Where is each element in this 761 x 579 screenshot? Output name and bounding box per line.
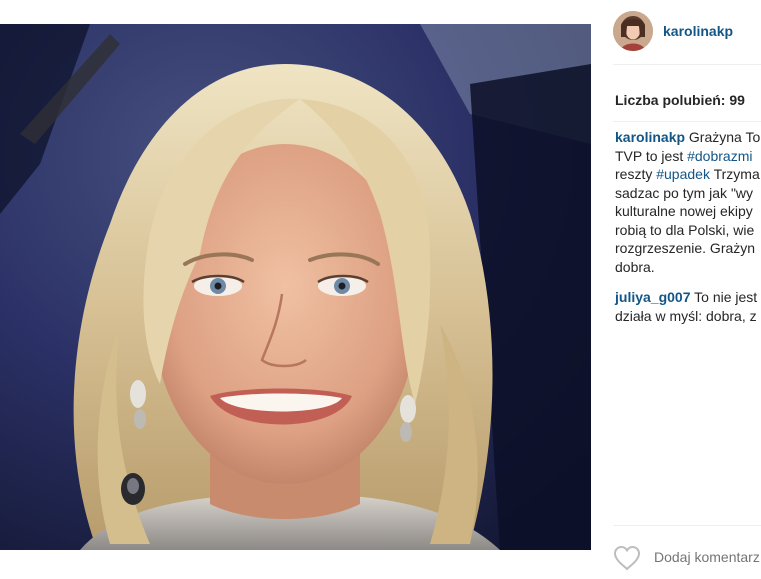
hashtag-link[interactable]: #upadek (656, 166, 710, 182)
comment-line: działa w myśl: dobra, z (615, 307, 761, 326)
add-comment-input[interactable] (654, 549, 761, 565)
comment-line: sadzac po tym jak "wy (615, 184, 761, 203)
actions-divider (613, 525, 761, 526)
comment-text: robią to dla Polski, wie (615, 221, 755, 238)
comment-line: kulturalne nowej ekipy (615, 202, 761, 221)
comment-line: juliya_g007 To nie jest (615, 288, 761, 307)
post-sidebar: karolinakp Liczba polubień: 99 karolinak… (591, 0, 761, 579)
comment: juliya_g007 To nie jest działa w myśl: do… (615, 288, 761, 325)
avatar-image (613, 11, 653, 51)
comment-text: reszty (615, 166, 657, 182)
comment: karolinakp Grażyna To TVP to jest #dobraz… (615, 128, 761, 276)
comment-text: dobra. (615, 258, 655, 275)
comment-text: To nie jest (694, 289, 758, 305)
post-photo[interactable] (0, 24, 591, 550)
avatar[interactable] (613, 11, 653, 51)
likes-divider (613, 121, 761, 122)
post-header: karolinakp (591, 0, 761, 64)
comment-text: rozgrzeszenie. Grażyn (615, 240, 756, 256)
comment-text: działa w myśl: dobra, z (615, 307, 757, 324)
comment-line: TVP to jest #dobrazmi (615, 147, 761, 166)
comment-text: Grażyna To (688, 129, 761, 145)
post-actions (591, 530, 761, 579)
heart-outline-icon[interactable] (613, 545, 641, 571)
hashtag-link[interactable]: #dobrazmi (687, 148, 752, 164)
comment-username[interactable]: juliya_g007 (615, 289, 691, 305)
comment-line: robią to dla Polski, wie (615, 221, 761, 240)
comment-text: TVP to jest (615, 147, 688, 164)
header-divider (613, 64, 761, 65)
comment-text: kulturalne nowej ekipy (615, 203, 753, 219)
likes-count[interactable]: Liczba polubień: 99 (615, 92, 745, 108)
post-photo-image (0, 24, 591, 550)
comment-text: Trzyma (709, 166, 760, 182)
comment-username[interactable]: karolinakp (615, 129, 685, 145)
comment-line: reszty #upadek Trzyma (615, 165, 761, 184)
comment-line: rozgrzeszenie. Grażyn (615, 239, 761, 258)
comment-line: karolinakp Grażyna To (615, 128, 761, 147)
comment-text: sadzac po tym jak "wy (615, 184, 754, 201)
comment-list: karolinakp Grażyna To TVP to jest #dobraz… (615, 128, 761, 337)
post-author-username[interactable]: karolinakp (663, 23, 733, 39)
photo-pane (0, 0, 591, 579)
comment-line: dobra. (615, 258, 761, 277)
